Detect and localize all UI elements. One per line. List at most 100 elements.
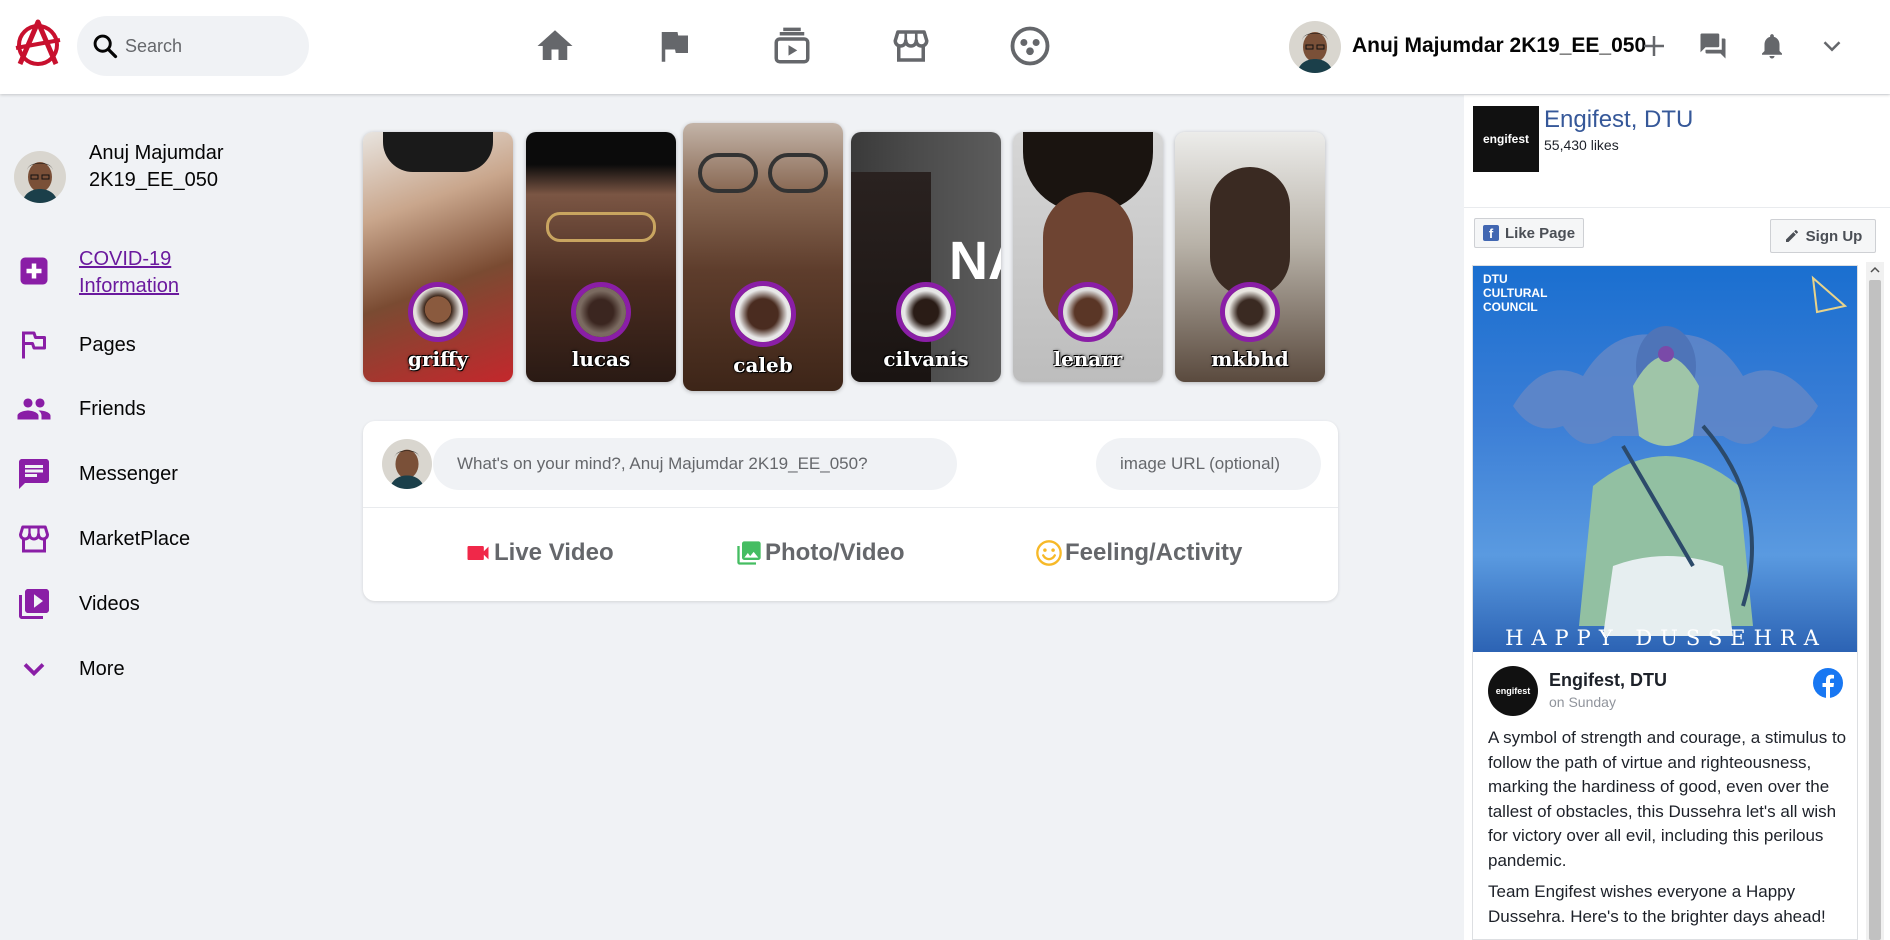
app-logo-icon[interactable]: [12, 18, 64, 70]
flag-icon: [661, 32, 688, 62]
message-icon: [14, 454, 54, 494]
photo-video-button[interactable]: Photo/Video: [735, 539, 905, 567]
status-input[interactable]: [433, 438, 957, 490]
groups-icon: [1010, 26, 1050, 66]
pencil-icon: [1785, 230, 1798, 242]
story-card[interactable]: lucas: [526, 132, 676, 382]
image-url-input[interactable]: [1096, 438, 1321, 490]
user-avatar[interactable]: [1289, 21, 1341, 73]
search-icon: [93, 34, 118, 59]
story-card[interactable]: lenarr: [1013, 132, 1163, 382]
story-overlay-text: NA: [949, 231, 1001, 291]
friends-icon: [14, 389, 54, 429]
post-text: A symbol of strength and courage, a stim…: [1488, 726, 1850, 936]
user-name[interactable]: Anuj Majumdar 2K19_EE_050: [1352, 34, 1646, 58]
like-page-button[interactable]: f Like Page: [1474, 218, 1585, 248]
sidebar-item-friends[interactable]: Friends: [14, 389, 214, 429]
sidebar-item-label: Videos: [79, 593, 140, 615]
story-name: lenarr: [1053, 347, 1123, 371]
nav-marketplace[interactable]: [887, 22, 935, 70]
search-bar[interactable]: [77, 16, 309, 76]
messenger-button[interactable]: [1693, 26, 1733, 66]
flag-icon: [14, 325, 54, 365]
sidebar-item-pages[interactable]: Pages: [14, 325, 214, 365]
post-paragraph: A symbol of strength and courage, a stim…: [1488, 728, 1847, 870]
sidebar-item-covid[interactable]: [14, 251, 54, 291]
post-author-link[interactable]: Engifest, DTU: [1549, 670, 1667, 691]
story-name: cilvanis: [883, 347, 969, 371]
video-library-icon: [14, 584, 54, 624]
thumbnail-text: engifest: [1482, 132, 1529, 146]
photo-icon: [737, 541, 761, 565]
sign-up-button[interactable]: Sign Up: [1770, 219, 1876, 253]
medical-plus-icon: [14, 251, 54, 291]
post-image[interactable]: DTU CULTURAL COUNCIL HAPPY DUSSEHRA: [1473, 266, 1857, 652]
post-paragraph: Team Engifest wishes everyone a Happy Du…: [1488, 882, 1826, 926]
story-card[interactable]: NA cilvanis: [851, 132, 1001, 382]
avatar: [382, 439, 432, 489]
notifications-icon: [1762, 34, 1782, 59]
option-label: Live Video: [494, 539, 614, 566]
button-label: Like Page: [1505, 224, 1576, 242]
post-timestamp[interactable]: on Sunday: [1549, 694, 1616, 710]
live-video-icon: [467, 546, 489, 560]
sidebar-item-label: Friends: [79, 398, 146, 420]
nav-watch[interactable]: [768, 22, 816, 70]
account-menu-button[interactable]: [1812, 26, 1852, 66]
plus-icon: [1644, 36, 1664, 56]
nav-home[interactable]: [531, 22, 579, 70]
store-icon: [14, 519, 54, 559]
facebook-logo-icon[interactable]: [1812, 667, 1844, 699]
avatar: [896, 282, 956, 342]
deity-illustration: [1513, 275, 1848, 636]
divider: [363, 507, 1338, 508]
sidebar-item-marketplace[interactable]: MarketPlace: [14, 519, 214, 559]
live-video-button[interactable]: Live Video: [464, 539, 614, 567]
option-label: Feeling/Activity: [1065, 539, 1243, 566]
avatar: [730, 281, 796, 347]
sidebar-item-label: More: [79, 658, 125, 680]
sidebar-item-messenger[interactable]: Messenger: [14, 454, 214, 494]
story-card[interactable]: griffy: [363, 132, 513, 382]
top-navbar: Anuj Majumdar 2K19_EE_050: [0, 0, 1890, 94]
page-post: DTU CULTURAL COUNCIL HAPPY DUSSEHRA engi…: [1472, 265, 1858, 940]
post-composer: Live Video Photo/Video Feeling/Activity: [363, 421, 1338, 601]
sidebar-profile[interactable]: [14, 151, 66, 203]
avatar: [1220, 282, 1280, 342]
messenger-icon: [1700, 33, 1726, 59]
story-name: lucas: [571, 347, 631, 371]
notifications-button[interactable]: [1752, 26, 1792, 66]
page-title-link[interactable]: Engifest, DTU: [1544, 106, 1693, 134]
create-button[interactable]: [1634, 26, 1674, 66]
video-icon: [774, 27, 810, 64]
page-thumbnail[interactable]: engifest: [1473, 106, 1539, 172]
page-avatar[interactable]: engifest: [1488, 666, 1538, 716]
chevron-down-icon: [14, 649, 54, 689]
button-label: Sign Up: [1805, 227, 1863, 245]
sidebar-item-label: Messenger: [79, 463, 178, 485]
avatar: [408, 282, 468, 342]
search-input[interactable]: [125, 35, 295, 57]
story-name: griffy: [407, 347, 469, 371]
page-likes: 55,430 likes: [1544, 137, 1619, 153]
sidebar-item-videos[interactable]: Videos: [14, 584, 214, 624]
covid-information-link[interactable]: COVID-19 Information: [79, 246, 239, 300]
smile-icon: [1036, 540, 1062, 566]
nav-groups[interactable]: [1006, 22, 1054, 70]
page-plugin: engifest Engifest, DTU 55,430 likes f Li…: [1464, 95, 1890, 940]
avatar: [14, 151, 66, 203]
sidebar-item-label: Pages: [79, 334, 136, 356]
divider: [1464, 207, 1890, 208]
scrollbar-thumb[interactable]: [1869, 280, 1881, 940]
feeling-activity-button[interactable]: Feeling/Activity: [1035, 539, 1242, 567]
store-icon: [893, 30, 929, 62]
scroll-up-arrow-icon[interactable]: [1867, 262, 1883, 278]
story-name: caleb: [733, 353, 793, 377]
facebook-f-icon: f: [1483, 225, 1499, 241]
sidebar-item-more[interactable]: More: [14, 649, 214, 689]
nav-pages[interactable]: [650, 22, 698, 70]
avatar: [571, 282, 631, 342]
story-card[interactable]: caleb: [683, 123, 843, 391]
story-card[interactable]: mkbhd: [1175, 132, 1325, 382]
sidebar-profile-name[interactable]: Anuj Majumdar 2K19_EE_050: [89, 140, 229, 194]
